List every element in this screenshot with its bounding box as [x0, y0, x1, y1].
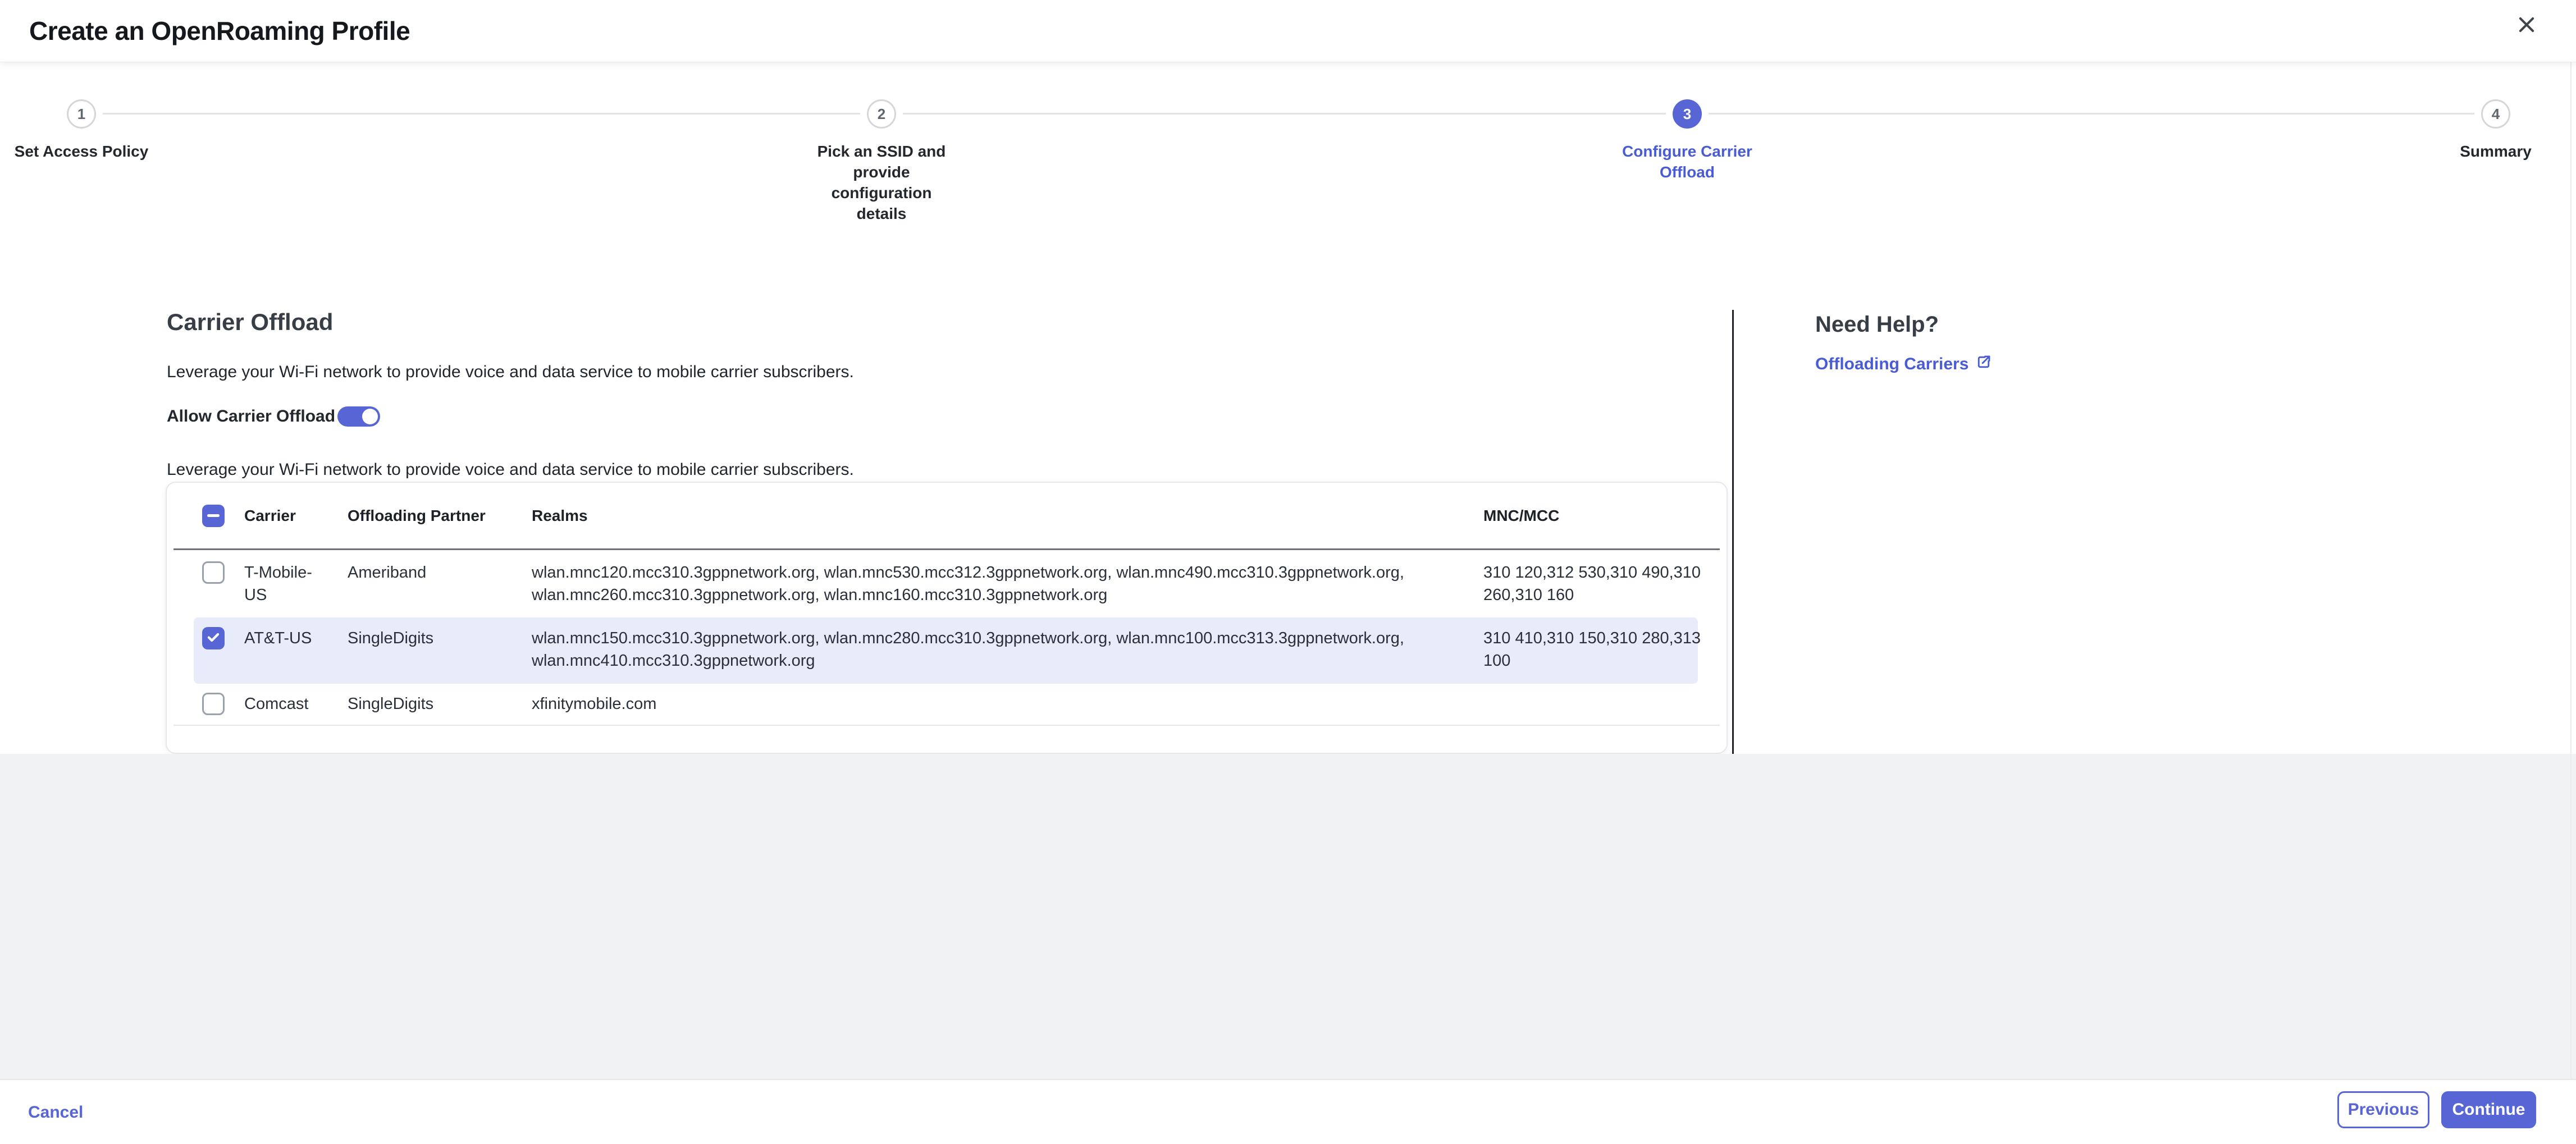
- step-1-circle: 1: [67, 99, 96, 129]
- offloading-carriers-link-label: Offloading Carriers: [1815, 355, 1968, 374]
- stepper-connector: [103, 113, 860, 115]
- realms-cell: wlan.mnc120.mcc310.3gppnetwork.org, wlan…: [532, 561, 1483, 606]
- offloading-carriers-link[interactable]: Offloading Carriers: [1815, 354, 1992, 375]
- table-row[interactable]: T-Mobile- US Ameriband wlan.mnc120.mcc31…: [194, 550, 1698, 616]
- column-header-offloading-partner: Offloading Partner: [348, 507, 532, 525]
- section-title: Carrier Offload: [167, 309, 333, 336]
- partner-cell: SingleDigits: [348, 693, 532, 715]
- allow-carrier-offload-toggle[interactable]: [337, 406, 380, 427]
- toggle-knob: [362, 409, 378, 424]
- check-icon: [205, 629, 222, 648]
- step-3-configure-carrier-offload[interactable]: 3 Configure Carrier Offload: [1614, 99, 1760, 182]
- step-4-label: Summary: [2423, 141, 2569, 162]
- offload-description: Leverage your Wi-Fi network to provide v…: [167, 460, 854, 479]
- dialog-footer: Cancel Previous Continue: [0, 1079, 2576, 1144]
- select-all-checkbox[interactable]: [202, 505, 225, 527]
- continue-button[interactable]: Continue: [2441, 1091, 2536, 1128]
- row-checkbox[interactable]: [202, 627, 225, 649]
- scrollbar-track[interactable]: [2570, 0, 2572, 1144]
- table-row-selected[interactable]: AT&T-US SingleDigits wlan.mnc150.mcc310.…: [194, 617, 1698, 684]
- step-1-set-access-policy[interactable]: 1 Set Access Policy: [8, 99, 154, 162]
- cancel-button[interactable]: Cancel: [28, 1080, 83, 1144]
- step-3-label: Configure Carrier Offload: [1614, 141, 1760, 182]
- step-3-circle: 3: [1673, 99, 1702, 129]
- external-link-icon: [1975, 354, 1992, 375]
- table-row[interactable]: Comcast SingleDigits xfinitymobile.com: [194, 684, 1698, 725]
- column-header-mnc-mcc: MNC/MCC: [1483, 507, 1719, 525]
- previous-button[interactable]: Previous: [2337, 1091, 2429, 1128]
- close-button[interactable]: [2511, 10, 2542, 42]
- content-background: [0, 754, 2576, 1079]
- mnc-mcc-cell: 310 410,310 150,310 280,313 100: [1483, 627, 1719, 672]
- carrier-table-card: Carrier Offloading Partner Realms MNC/MC…: [166, 482, 1728, 754]
- carrier-cell: T-Mobile- US: [244, 561, 348, 606]
- realms-cell: xfinitymobile.com: [532, 693, 1483, 715]
- stepper-connector: [1709, 113, 2474, 115]
- dialog-header: Create an OpenRoaming Profile: [0, 0, 2576, 62]
- partner-cell: Ameriband: [348, 561, 532, 584]
- step-2-label: Pick an SSID and provide configuration d…: [809, 141, 954, 224]
- step-4-summary[interactable]: 4 Summary: [2423, 99, 2569, 162]
- content-divider: [1732, 310, 1734, 754]
- carrier-cell: AT&T-US: [244, 627, 348, 649]
- section-description: Leverage your Wi-Fi network to provide v…: [167, 363, 854, 382]
- step-1-label: Set Access Policy: [8, 141, 154, 162]
- step-2-circle: 2: [867, 99, 896, 129]
- step-4-circle: 4: [2481, 99, 2510, 129]
- dialog-title: Create an OpenRoaming Profile: [29, 16, 410, 46]
- table-header-row: Carrier Offloading Partner Realms MNC/MC…: [194, 483, 1698, 548]
- row-checkbox[interactable]: [202, 693, 225, 715]
- partner-cell: SingleDigits: [348, 627, 532, 649]
- close-icon: [2516, 14, 2537, 38]
- create-openroaming-profile-dialog: Create an OpenRoaming Profile 1 Set Acce…: [0, 0, 2576, 1144]
- mnc-mcc-cell: 310 120,312 530,310 490,310 260,310 160: [1483, 561, 1719, 606]
- stepper-connector: [903, 113, 1666, 115]
- realms-cell: wlan.mnc150.mcc310.3gppnetwork.org, wlan…: [532, 627, 1483, 672]
- need-help-title: Need Help?: [1815, 312, 1939, 337]
- row-checkbox[interactable]: [202, 561, 225, 584]
- allow-carrier-offload-label: Allow Carrier Offload: [167, 407, 335, 426]
- allow-carrier-offload-row: Allow Carrier Offload: [167, 406, 380, 427]
- column-header-realms: Realms: [532, 507, 1483, 525]
- indeterminate-icon: [207, 514, 220, 517]
- table-row-divider: [173, 725, 1720, 726]
- step-2-pick-ssid[interactable]: 2 Pick an SSID and provide configuration…: [809, 99, 954, 224]
- column-header-carrier: Carrier: [244, 507, 348, 525]
- carrier-cell: Comcast: [244, 693, 348, 715]
